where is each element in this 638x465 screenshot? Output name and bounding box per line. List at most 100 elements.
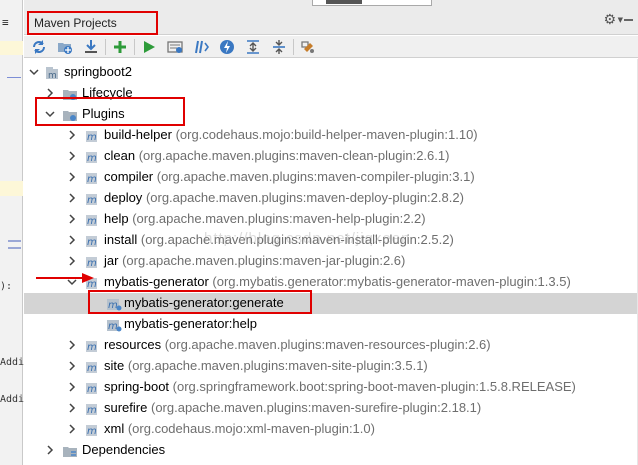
plugin-icon: m: [84, 401, 100, 417]
plugin-icon: m: [84, 422, 100, 438]
plugin-icon: m: [84, 170, 100, 186]
plugin-coordinates: (org.apache.maven.plugins:maven-help-plu…: [132, 211, 426, 226]
tree-node-plugins[interactable]: Plugins: [24, 104, 638, 125]
dependencies-label: Dependencies: [82, 442, 166, 457]
chevron-down-icon[interactable]: [44, 108, 56, 120]
chevron-right-icon[interactable]: [66, 255, 78, 267]
chevron-right-icon[interactable]: [44, 444, 56, 456]
add-icon[interactable]: [109, 37, 131, 57]
svg-text:m: m: [87, 153, 97, 164]
chevron-right-icon[interactable]: [66, 339, 78, 351]
chevron-right-icon[interactable]: [66, 423, 78, 435]
tree-node-plugin[interactable]: m clean (org.apache.maven.plugins:maven-…: [24, 146, 638, 167]
chevron-right-icon[interactable]: [66, 129, 78, 141]
tree-node-plugin[interactable]: m spring-boot (org.springframework.boot:…: [24, 377, 638, 398]
svg-text:m: m: [87, 216, 97, 227]
plugin-coordinates: (org.apache.maven.plugins:maven-resource…: [164, 337, 491, 352]
plugin-name: surefire: [104, 400, 148, 415]
plugin-name: site: [104, 358, 125, 373]
chevron-right-icon[interactable]: [66, 402, 78, 414]
goal-name: mybatis-generator:generate: [124, 295, 284, 310]
tree-node-project[interactable]: m springboot2: [24, 62, 638, 83]
goal-icon: m: [106, 296, 122, 312]
svg-text:m: m: [108, 300, 118, 311]
tree-node-plugin[interactable]: m jar (org.apache.maven.plugins:maven-ja…: [24, 251, 638, 272]
plugin-coordinates: (org.apache.maven.plugins:maven-compiler…: [156, 169, 475, 184]
chevron-right-icon[interactable]: [66, 150, 78, 162]
folder-gear-icon: [62, 107, 78, 123]
plugin-coordinates: (org.codehaus.mojo:build-helper-maven-pl…: [175, 127, 478, 142]
tree-node-plugin[interactable]: m install (org.apache.maven.plugins:mave…: [24, 230, 638, 251]
tree-node-plugin-expanded[interactable]: m mybatis-generator (org.mybatis.generat…: [24, 272, 638, 293]
chevron-down-icon[interactable]: [28, 66, 40, 78]
skip-tests-icon[interactable]: [190, 37, 212, 57]
plugin-name: install: [104, 232, 138, 247]
plugin-name: resources: [104, 337, 162, 352]
tree-node-plugin[interactable]: m xml (org.codehaus.mojo:xml-maven-plugi…: [24, 419, 638, 440]
maven-toolbar: [24, 36, 638, 58]
tree-node-goal[interactable]: m mybatis-generator:help: [24, 314, 638, 335]
panel-title: Maven Projects: [34, 16, 117, 30]
svg-text:m: m: [87, 195, 97, 206]
plugin-coordinates: (org.codehaus.mojo:xml-maven-plugin:1.0): [127, 421, 375, 436]
reimport-icon[interactable]: [28, 37, 50, 57]
plugin-icon: m: [84, 359, 100, 375]
plugin-name: mybatis-generator: [104, 274, 209, 289]
svg-text:m: m: [108, 321, 118, 332]
hide-panel-icon[interactable]: [624, 13, 633, 22]
chevron-right-icon[interactable]: [44, 87, 56, 99]
chevron-right-icon[interactable]: [66, 360, 78, 372]
plugin-name: compiler: [104, 169, 154, 184]
tree-node-dependencies[interactable]: Dependencies: [24, 440, 638, 461]
svg-text:m: m: [87, 174, 97, 185]
toggle-offline-icon[interactable]: [164, 37, 186, 57]
chevron-right-icon[interactable]: [66, 381, 78, 393]
chevron-right-icon[interactable]: [66, 234, 78, 246]
chevron-right-icon[interactable]: [66, 171, 78, 183]
plugin-icon: m: [84, 380, 100, 396]
tree-node-plugin[interactable]: m surefire (org.apache.maven.plugins:mav…: [24, 398, 638, 419]
plugin-icon: m: [84, 191, 100, 207]
structure-glyph[interactable]: ≡: [2, 16, 9, 29]
generate-sources-icon[interactable]: [54, 37, 76, 57]
svg-text:m: m: [87, 363, 97, 374]
plugin-name: deploy: [104, 190, 143, 205]
gear-icon[interactable]: ⚙: [603, 12, 616, 28]
lifecycle-label: Lifecycle: [82, 85, 133, 100]
plugin-icon: m: [84, 254, 100, 270]
maven-project-icon: m: [44, 65, 60, 81]
top-tab-fragment-dark: [326, 0, 362, 4]
gutter-highlight: [0, 181, 23, 196]
tree-node-plugin[interactable]: m compiler (org.apache.maven.plugins:mav…: [24, 167, 638, 188]
collapse-all-icon[interactable]: [268, 37, 290, 57]
chevron-right-icon[interactable]: [66, 192, 78, 204]
lifecycle-icon[interactable]: [216, 37, 238, 57]
settings-icon[interactable]: [297, 37, 319, 57]
title-highlight-box: Maven Projects: [27, 11, 158, 35]
svg-text:m: m: [87, 405, 97, 416]
svg-text:m: m: [87, 342, 97, 353]
folder-gear-icon: [62, 86, 78, 102]
run-icon[interactable]: [138, 37, 160, 57]
expand-all-icon[interactable]: [242, 37, 264, 57]
tree-node-lifecycle[interactable]: Lifecycle: [24, 83, 638, 104]
tree-node-plugin[interactable]: m help (org.apache.maven.plugins:maven-h…: [24, 209, 638, 230]
tree-node-plugin[interactable]: m build-helper (org.codehaus.mojo:build-…: [24, 125, 638, 146]
plugin-coordinates: (org.apache.maven.plugins:maven-deploy-p…: [145, 190, 464, 205]
plugin-name: jar: [104, 253, 119, 268]
plugin-coordinates: (org.apache.maven.plugins:maven-surefire…: [150, 400, 482, 415]
svg-text:m: m: [87, 279, 97, 290]
tree-node-plugin[interactable]: m resources (org.apache.maven.plugins:ma…: [24, 335, 638, 356]
chevron-down-icon[interactable]: [66, 276, 78, 288]
plugins-label: Plugins: [82, 106, 125, 121]
download-icon[interactable]: [80, 37, 102, 57]
plugin-coordinates: (org.apache.maven.plugins:maven-clean-pl…: [138, 148, 450, 163]
chevron-right-icon[interactable]: [66, 213, 78, 225]
goal-icon: m: [106, 317, 122, 333]
gutter-mark: [7, 77, 21, 78]
plugin-icon: m: [84, 338, 100, 354]
chevron-down-icon[interactable]: ▼: [618, 16, 623, 24]
tree-node-plugin[interactable]: m deploy (org.apache.maven.plugins:maven…: [24, 188, 638, 209]
tree-node-goal-selected[interactable]: m mybatis-generator:generate: [24, 293, 638, 314]
tree-node-plugin[interactable]: m site (org.apache.maven.plugins:maven-s…: [24, 356, 638, 377]
